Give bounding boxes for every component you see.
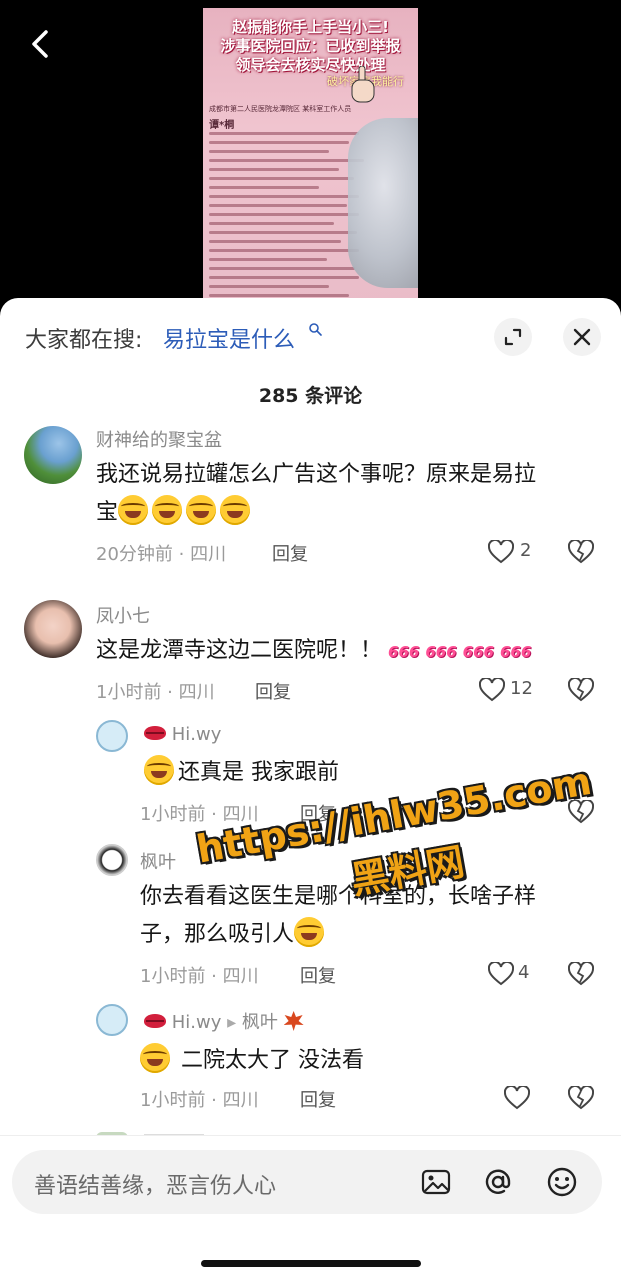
back-arrow-icon[interactable]: [22, 26, 58, 62]
heart-icon[interactable]: [504, 1086, 530, 1110]
video-org: 成都市第二人民医院龙潭院区 某科室工作人员: [209, 105, 352, 113]
laughing-emoji-icon: [294, 917, 325, 947]
video-title: 赵振能你手上手当小三! 涉事医院回应：已收到举报 领导会去核实尽快处理: [220, 18, 401, 74]
comment-input-placeholder: 善语结善缘，恶言伤人心: [34, 1174, 277, 1199]
like-count: 2: [520, 540, 532, 561]
broken-heart-icon[interactable]: [568, 962, 594, 986]
comment-username[interactable]: 凤小七: [96, 602, 150, 628]
avatar[interactable]: [24, 600, 82, 658]
reply-time: 1小时前 · 四川: [140, 966, 259, 987]
reply-button[interactable]: 回复: [272, 540, 308, 566]
heart-icon[interactable]: [488, 540, 514, 564]
home-indicator[interactable]: [201, 1260, 421, 1267]
comment-item: 财神给的聚宝盆 我还说易拉罐怎么广告这个事呢？原来是易拉 宝 20分钟前 · 四…: [0, 420, 621, 570]
search-prefix: 大家都在搜:: [25, 328, 143, 353]
broken-heart-icon[interactable]: [568, 678, 594, 702]
tag-666: 666: [425, 643, 457, 661]
like-count: 12: [510, 678, 533, 699]
laughing-emoji-icon: [220, 495, 251, 525]
mention-icon[interactable]: [482, 1166, 514, 1198]
video-caption: 破坏家庭我能行: [203, 73, 418, 89]
hand-icon: [351, 66, 375, 103]
video-fabric-image: [348, 118, 418, 288]
image-icon[interactable]: [420, 1166, 452, 1198]
reply-button[interactable]: 回复: [300, 1086, 336, 1112]
avatar[interactable]: [96, 1004, 128, 1036]
reply-time: 1小时前 · 四川: [140, 1090, 259, 1111]
video-document-text: [209, 132, 369, 308]
suggested-search: 大家都在搜: 易拉宝是什么: [0, 318, 621, 358]
lips-icon: [144, 1014, 166, 1028]
broken-heart-icon[interactable]: [568, 540, 594, 564]
lips-icon: [144, 726, 166, 740]
heart-icon[interactable]: [479, 678, 505, 702]
heart-icon[interactable]: [488, 962, 514, 986]
reply-username[interactable]: Hi.wy ▸ 枫叶: [144, 1008, 304, 1034]
avatar[interactable]: [96, 844, 128, 876]
comment-input[interactable]: 善语结善缘，恶言伤人心: [12, 1150, 602, 1214]
search-term-link[interactable]: 易拉宝是什么: [163, 322, 295, 354]
comment-item: 凤小七 这是龙潭寺这边二医院呢！！ 666 666 666 666 1小时前 · 四川 …: [0, 598, 621, 708]
comment-username[interactable]: 财神给的聚宝盆: [96, 426, 222, 452]
reply-button[interactable]: 回复: [255, 678, 291, 704]
avatar[interactable]: [96, 720, 128, 752]
comment-text: 这是龙潭寺这边二医院呢！！ 666 666 666 666: [96, 632, 616, 671]
reply-item: 枫叶 你去看看这医生是哪个科室的，长啥子样 子，那么吸引人 1小时前 · 四川 …: [0, 844, 621, 994]
broken-heart-icon[interactable]: [568, 1086, 594, 1110]
laughing-emoji-icon: [186, 495, 217, 525]
reply-username[interactable]: Hi.wy: [144, 724, 221, 745]
tag-666: 666: [388, 643, 420, 661]
reply-item: Hi.wy ▸ 枫叶 二院太大了 没法看 1小时前 · 四川 回复: [0, 1004, 621, 1124]
crying-emoji-icon: [140, 1043, 170, 1073]
comment-input-bar: 善语结善缘，恶言伤人心: [0, 1135, 621, 1280]
comment-time: 20分钟前 · 四川: [96, 544, 227, 565]
close-icon: [573, 328, 591, 346]
expand-icon: [504, 328, 522, 346]
tag-666: 666: [462, 643, 494, 661]
reply-text: 还真是 我家跟前: [144, 754, 339, 792]
comment-time: 1小时前 · 四川: [96, 682, 215, 703]
laughing-emoji-icon: [152, 495, 183, 525]
comment-count: 285 条评论: [258, 385, 363, 407]
comment-text: 我还说易拉罐怎么广告这个事呢？原来是易拉 宝: [96, 462, 537, 525]
crying-emoji-icon: [144, 755, 174, 785]
search-icon[interactable]: [308, 322, 322, 336]
emoji-icon[interactable]: [546, 1166, 578, 1198]
avatar[interactable]: [24, 426, 82, 484]
tag-666: 666: [499, 643, 532, 661]
reply-button[interactable]: 回复: [300, 962, 336, 988]
close-button[interactable]: [563, 318, 601, 356]
video-area[interactable]: 赵振能你手上手当小三! 涉事医院回应：已收到举报 领导会去核实尽快处理 破坏家庭…: [0, 0, 621, 330]
reply-text: 二院太大了 没法看: [140, 1042, 364, 1080]
expand-button[interactable]: [494, 318, 532, 356]
maple-leaf-icon: [283, 1011, 304, 1031]
reply-username[interactable]: 枫叶: [140, 848, 176, 874]
video-person-name: 谭*桐: [209, 120, 235, 131]
like-count: 4: [518, 962, 530, 983]
laughing-emoji-icon: [118, 495, 149, 525]
video-thumbnail[interactable]: 赵振能你手上手当小三! 涉事医院回应：已收到举报 领导会去核实尽快处理 破坏家庭…: [203, 8, 418, 308]
